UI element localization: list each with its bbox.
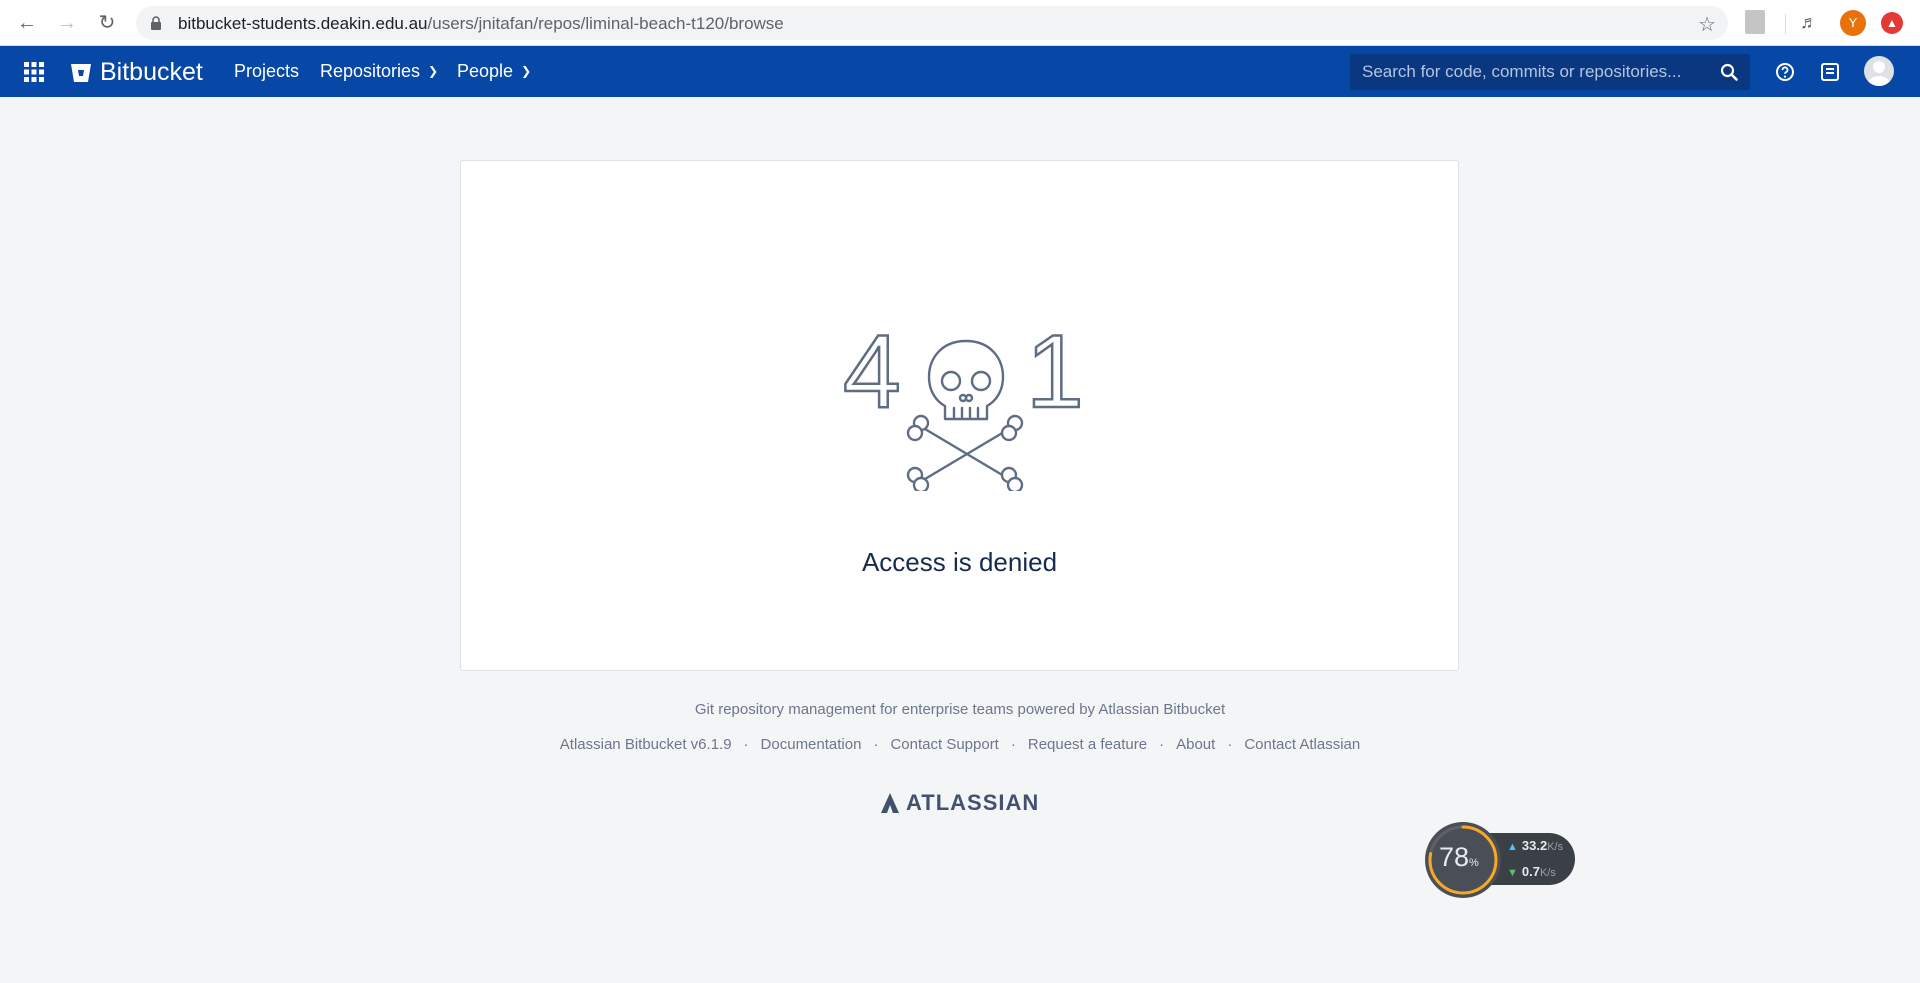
url-host: bitbucket-students.deakin.edu.au: [178, 14, 428, 33]
chevron-down-icon: ❯: [428, 63, 439, 78]
download-speed-unit: K/s: [1539, 867, 1556, 879]
atlassian-logo-text: ATLASSIAN: [906, 790, 1040, 815]
nav-repositories-label: Repositories: [320, 61, 421, 81]
atlassian-logo[interactable]: ATLASSIAN: [880, 790, 1039, 816]
back-icon[interactable]: ←: [14, 10, 40, 36]
app-switcher-icon[interactable]: [24, 62, 44, 82]
footer-tagline: Git repository management for enterprise…: [694, 701, 1226, 718]
address-bar[interactable]: bitbucket-students.deakin.edu.au/users/j…: [136, 6, 1728, 40]
inbox-icon[interactable]: [1820, 62, 1840, 82]
usage-percent-unit: %: [1469, 857, 1479, 869]
search-box: [1350, 54, 1750, 90]
footer-separator: ·: [1159, 736, 1165, 753]
nav-projects[interactable]: Projects: [234, 61, 299, 82]
footer-separator: ·: [1010, 736, 1016, 753]
url-text: bitbucket-students.deakin.edu.au/users/j…: [178, 14, 784, 34]
upload-speed-unit: K/s: [1547, 841, 1564, 853]
lock-icon: [151, 16, 161, 30]
upload-speed: ▲ 33.2K/s: [1507, 838, 1563, 853]
user-avatar[interactable]: [1864, 56, 1894, 86]
usage-percent: 78%: [1439, 842, 1479, 873]
nav-projects-label: Projects: [234, 61, 300, 81]
chevron-down-icon: ❯: [521, 63, 532, 78]
footer-separator: ·: [1227, 736, 1233, 753]
cpu-usage-gauge: 78%: [1425, 822, 1501, 898]
arrow-up-icon: ▲: [1507, 841, 1518, 853]
skull-crossbones-icon: [906, 339, 1024, 491]
bitbucket-logo[interactable]: Bitbucket: [70, 58, 203, 87]
media-control-icon[interactable]: ♬: [1800, 12, 1818, 33]
footer-feature-link[interactable]: Request a feature: [1028, 736, 1147, 753]
error-card: 4 1 Access is denied: [460, 160, 1459, 671]
arrow-down-icon: ▼: [1507, 867, 1518, 879]
footer-separator: ·: [873, 736, 879, 753]
footer-support-link[interactable]: Contact Support: [890, 736, 998, 753]
help-icon[interactable]: [1775, 62, 1795, 82]
bitbucket-mark-icon: [71, 63, 91, 82]
search-icon[interactable]: [1720, 63, 1738, 81]
bookmark-star-icon[interactable]: ☆: [1698, 12, 1716, 37]
error-401-graphic: 4 1: [842, 313, 1081, 491]
error-message: Access is denied: [861, 547, 1058, 577]
extension-upload-icon[interactable]: ▲: [1881, 12, 1903, 34]
logo-text: Bitbucket: [100, 58, 203, 86]
user-icon: [1867, 61, 1891, 86]
network-speed-widget[interactable]: 78% ▲ 33.2K/s ▼ 0.7K/s: [1425, 822, 1575, 898]
error-digit-left: 4: [843, 314, 901, 430]
nav-people[interactable]: People ❯: [457, 61, 531, 82]
footer-contact-link[interactable]: Contact Atlassian: [1244, 736, 1360, 753]
pdf-extension-icon[interactable]: [1745, 10, 1765, 34]
browser-toolbar: ← → ↻ bitbucket-students.deakin.edu.au/u…: [0, 0, 1920, 46]
footer-separator: ·: [743, 736, 749, 753]
upload-speed-value: 33.2: [1521, 838, 1548, 853]
download-speed: ▼ 0.7K/s: [1507, 864, 1556, 879]
reload-icon[interactable]: ↻: [94, 10, 120, 36]
footer-about-link[interactable]: About: [1176, 736, 1215, 753]
url-path: /users/jnitafan/repos/liminal-beach-t120…: [427, 14, 784, 33]
profile-avatar[interactable]: Y: [1840, 10, 1866, 36]
atlassian-mark-icon: [881, 793, 899, 813]
app-header: Bitbucket Projects Repositories ❯ People…: [0, 46, 1920, 97]
forward-icon[interactable]: →: [54, 10, 80, 36]
toolbar-divider: [1785, 14, 1786, 34]
footer-documentation-link[interactable]: Documentation: [761, 736, 862, 753]
error-digit-right: 1: [1026, 314, 1081, 430]
download-speed-value: 0.7: [1521, 864, 1540, 879]
footer-version-link[interactable]: Atlassian Bitbucket v6.1.9: [560, 736, 732, 753]
nav-people-label: People: [457, 61, 514, 81]
search-input[interactable]: [1350, 54, 1700, 90]
usage-percent-value: 78: [1439, 842, 1470, 872]
nav-repositories[interactable]: Repositories ❯: [320, 61, 438, 82]
footer-links: Atlassian Bitbucket v6.1.9 · Documentation…: [0, 736, 1920, 753]
